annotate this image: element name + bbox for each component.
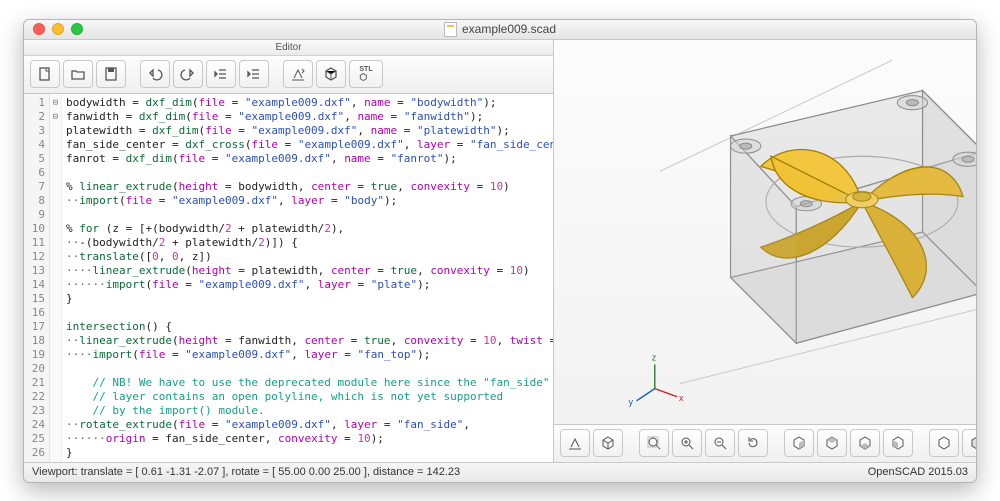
document-icon	[444, 22, 457, 37]
open-button[interactable]	[63, 60, 93, 88]
outdent-button[interactable]	[206, 60, 236, 88]
close-button[interactable]	[33, 23, 45, 35]
zoom-fit-button[interactable]	[639, 429, 669, 457]
editor-toolbar: STL⬡	[24, 56, 553, 94]
view-left-button[interactable]	[883, 429, 913, 457]
statusbar: Viewport: translate = [ 0.61 -1.31 -2.07…	[24, 462, 976, 482]
view-right-button[interactable]	[784, 429, 814, 457]
zoom-in-button[interactable]	[672, 429, 702, 457]
svg-text:x: x	[679, 392, 684, 402]
code-editor[interactable]: 1234567891011121314151617181920212223242…	[24, 94, 553, 462]
reset-view-button[interactable]	[738, 429, 768, 457]
preview-button[interactable]	[283, 60, 313, 88]
undo-button[interactable]	[140, 60, 170, 88]
redo-button[interactable]	[173, 60, 203, 88]
zoom-button[interactable]	[71, 23, 83, 35]
viewer-toolbar	[554, 424, 977, 462]
model-render: z x y	[554, 40, 977, 424]
window-controls	[24, 23, 83, 35]
view-front-button[interactable]	[929, 429, 959, 457]
code-text[interactable]: bodywidth = dxf_dim(file = "example009.d…	[62, 94, 553, 462]
minimize-button[interactable]	[52, 23, 64, 35]
3d-viewport[interactable]: z x y	[554, 40, 977, 424]
window-title: example009.scad	[462, 22, 556, 36]
export-stl-button[interactable]: STL⬡	[349, 60, 383, 88]
version-label: OpenSCAD 2015.03	[868, 466, 968, 478]
titlebar: example009.scad	[24, 20, 976, 40]
editor-pane-title: Editor	[24, 40, 553, 56]
render-button[interactable]	[316, 60, 346, 88]
zoom-out-button[interactable]	[705, 429, 735, 457]
indent-button[interactable]	[239, 60, 269, 88]
editor-pane: Editor STL⬡ 1234567891011121314151617181…	[24, 40, 554, 462]
view-top-button[interactable]	[817, 429, 847, 457]
svg-text:z: z	[652, 352, 657, 362]
app-window: example009.scad Editor STL⬡ 123456	[23, 19, 977, 483]
new-button[interactable]	[30, 60, 60, 88]
view-bottom-button[interactable]	[850, 429, 880, 457]
fold-column[interactable]: ⊟⊟	[50, 94, 62, 462]
render-view-button[interactable]	[593, 429, 623, 457]
viewer-pane: z x y	[554, 40, 977, 462]
svg-text:y: y	[628, 396, 633, 406]
line-number-gutter: 1234567891011121314151617181920212223242…	[24, 94, 50, 462]
viewport-status: Viewport: translate = [ 0.61 -1.31 -2.07…	[32, 466, 460, 478]
content-split: Editor STL⬡ 1234567891011121314151617181…	[24, 40, 976, 462]
view-back-button[interactable]	[962, 429, 977, 457]
preview-view-button[interactable]	[560, 429, 590, 457]
save-button[interactable]	[96, 60, 126, 88]
